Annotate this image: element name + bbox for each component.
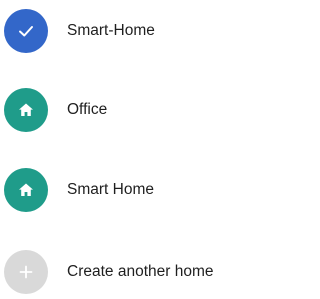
home-avatar [4, 168, 48, 212]
home-item-label: Smart Home [67, 181, 154, 198]
create-home-avatar [4, 250, 48, 294]
create-home-button[interactable]: Create another home [0, 245, 243, 299]
house-icon [19, 183, 33, 196]
house-icon [19, 103, 33, 116]
home-item-smart-home[interactable]: Smart-Home [0, 4, 243, 58]
home-avatar [4, 88, 48, 132]
home-item-smart-home-2[interactable]: Smart Home [0, 163, 243, 217]
plus-icon [19, 265, 33, 279]
checkmark-icon [19, 26, 33, 37]
create-home-label: Create another home [67, 263, 214, 280]
home-avatar [4, 9, 48, 53]
home-item-office[interactable]: Office [0, 83, 243, 137]
home-item-label: Office [67, 101, 108, 118]
home-item-label: Smart-Home [67, 22, 155, 39]
home-list: Smart-Home Office Smart Home Create anot… [0, 0, 243, 294]
